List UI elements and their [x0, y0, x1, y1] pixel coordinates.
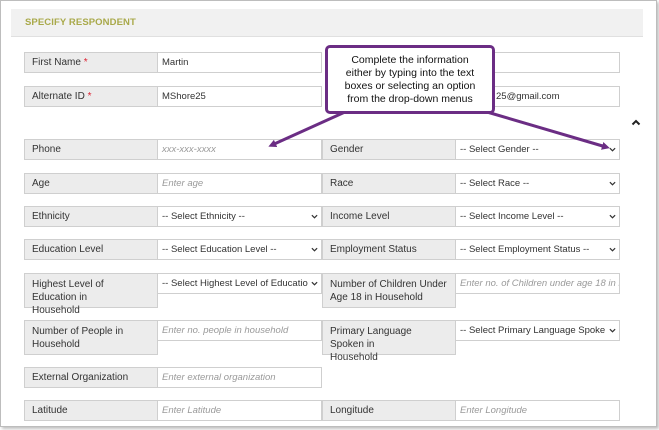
instruction-callout: Complete the information either by typin…	[325, 45, 495, 114]
callout-line: Complete the information	[351, 54, 469, 66]
callout-line: from the drop-down menus	[347, 93, 473, 105]
arrow-to-gender	[486, 110, 610, 150]
callout-line: boxes or selecting an option	[344, 80, 476, 92]
arrow-to-phone	[268, 110, 346, 147]
screenshot-frame: SPECIFY RESPONDENT First Name * Martin A…	[0, 0, 657, 427]
callout-line: either by typing into the text	[345, 67, 475, 79]
